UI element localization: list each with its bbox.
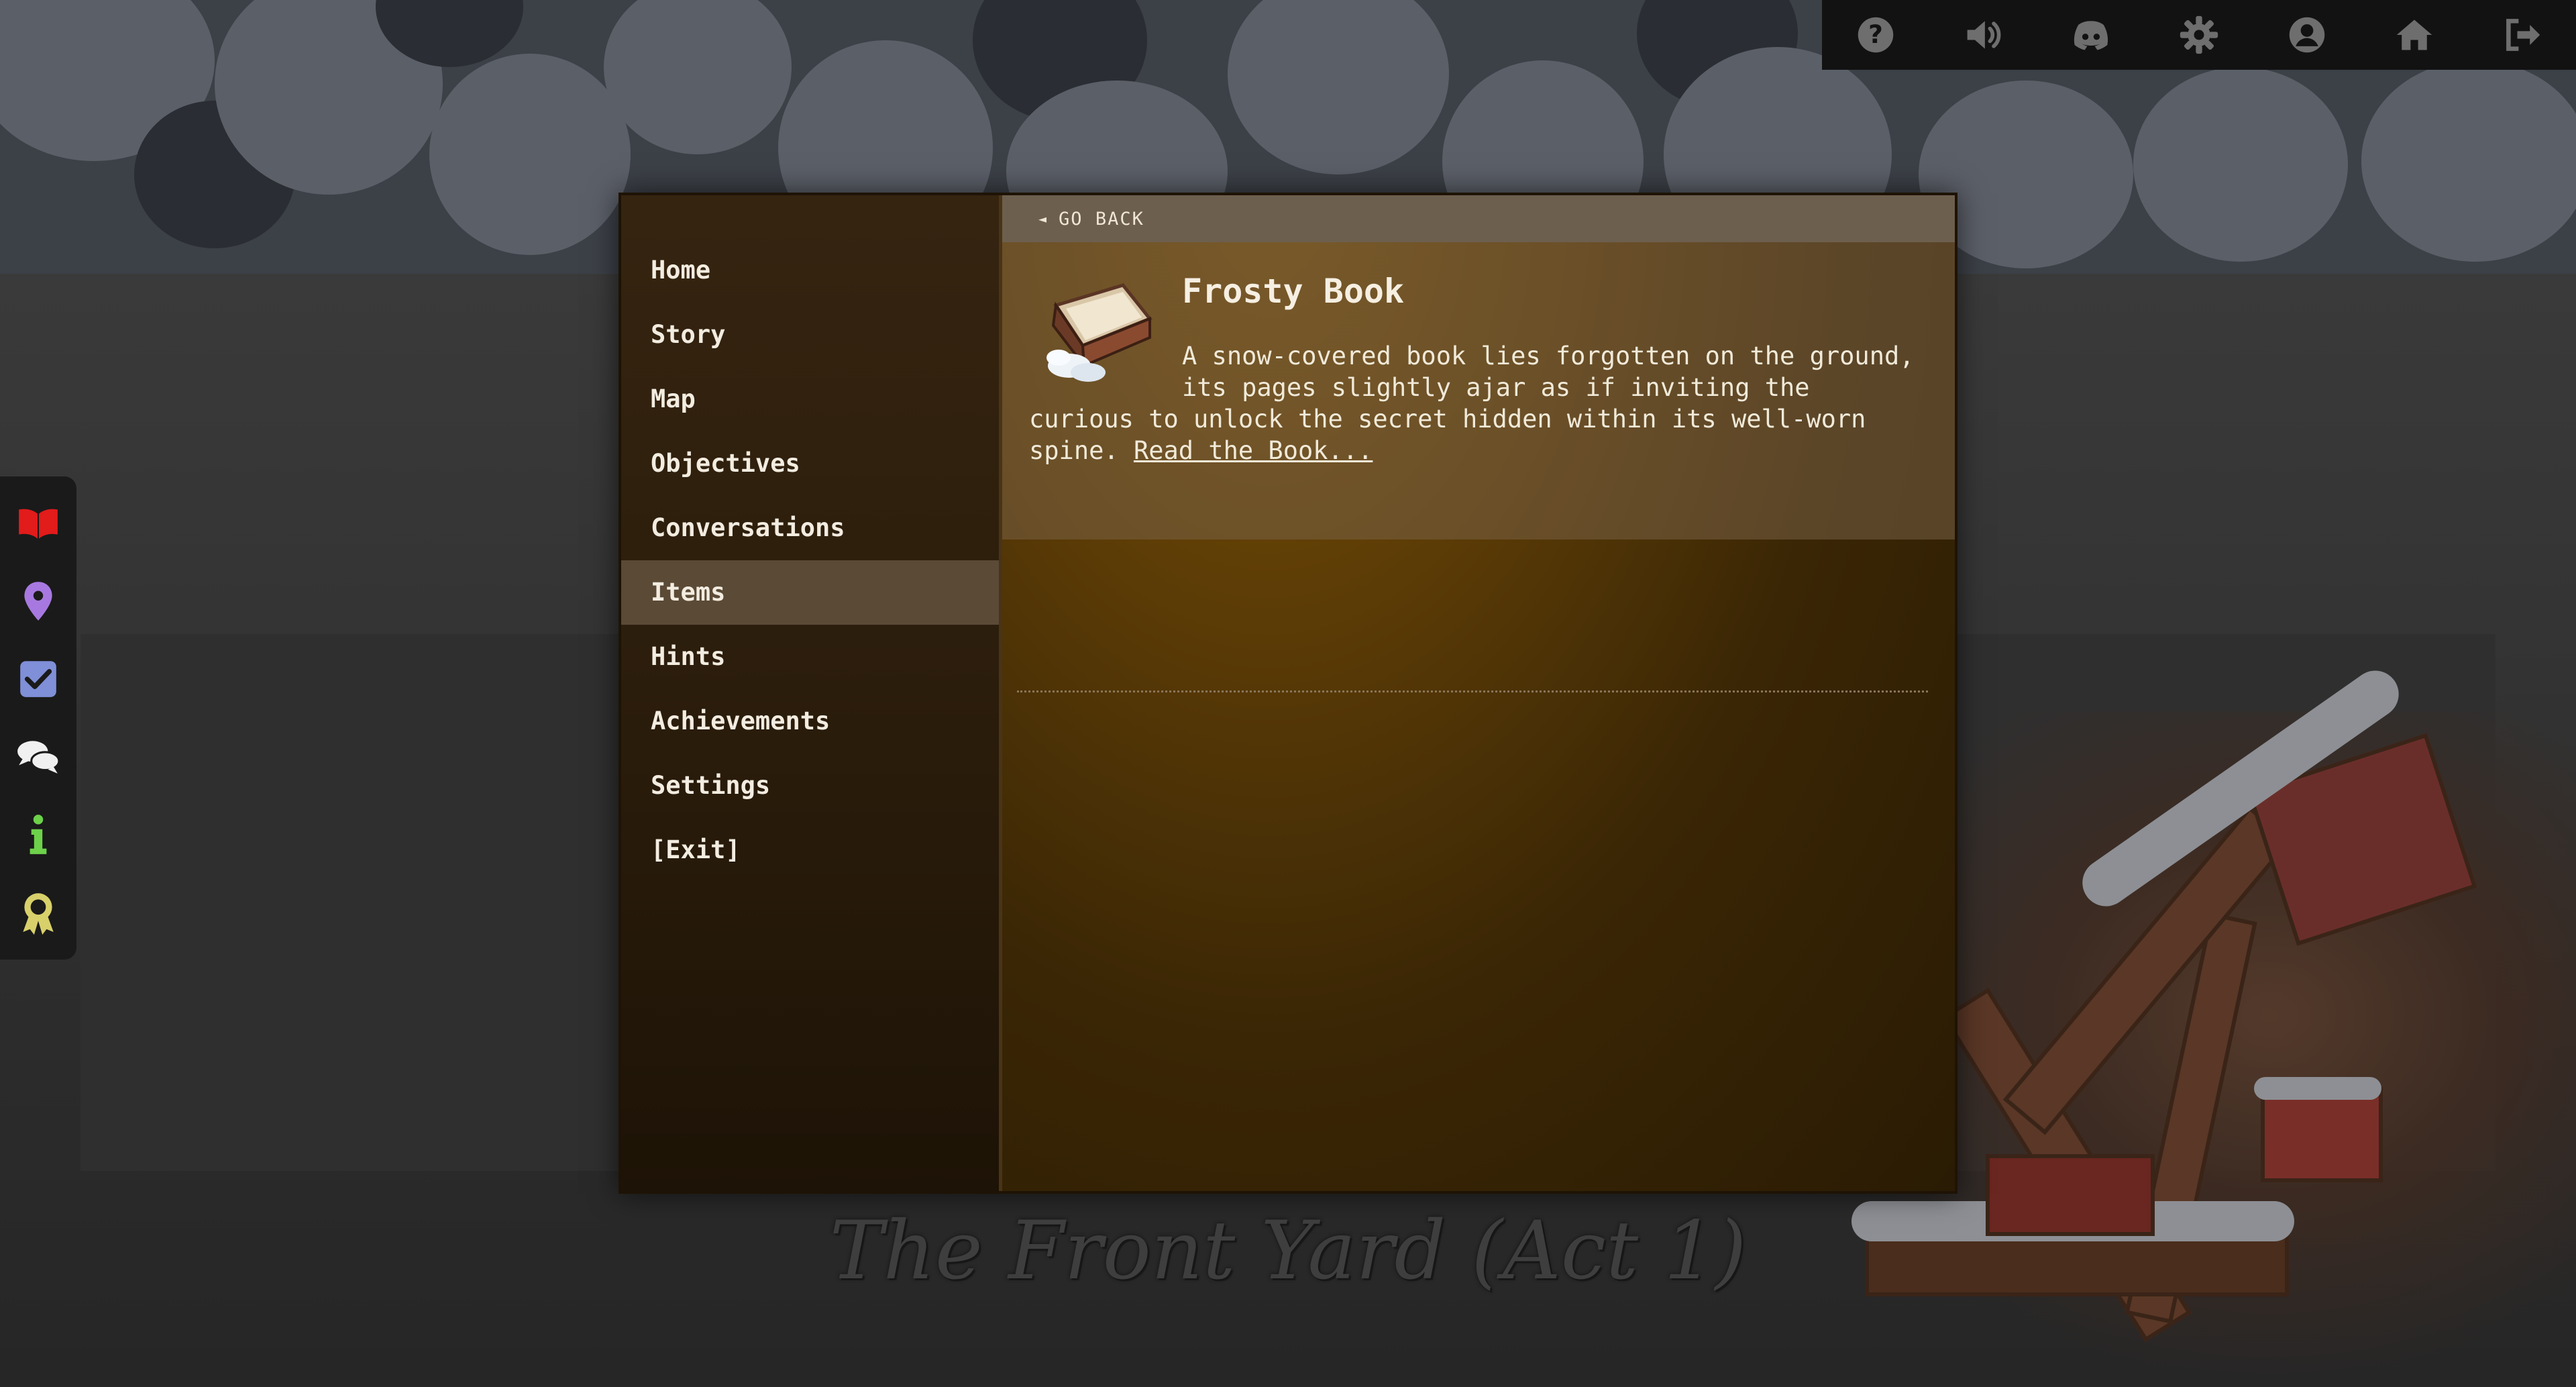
home-icon[interactable]	[2393, 13, 2436, 56]
go-back-label: GO BACK	[1059, 208, 1144, 229]
location-title: The Front Yard (Act 1)	[829, 1204, 1747, 1298]
side-toolbar	[0, 476, 76, 960]
nav-item-items[interactable]: Items	[621, 560, 999, 625]
logout-icon[interactable]	[2501, 13, 2544, 56]
conversations-chat-icon[interactable]	[14, 733, 62, 781]
go-back-button[interactable]: ◄ GO BACK	[1002, 195, 1955, 242]
item-description: A snow-covered book lies forgotten on th…	[1029, 340, 1921, 466]
nav-item-home[interactable]: Home	[621, 238, 999, 303]
objectives-check-icon[interactable]	[14, 655, 62, 703]
map-pin-icon[interactable]	[14, 577, 62, 625]
volume-icon[interactable]	[1962, 13, 2005, 56]
journal-book-icon[interactable]	[14, 499, 62, 548]
item-divider	[1017, 690, 1928, 692]
item-description-line-1: A snow-covered book lies forgotten on th…	[1182, 342, 1915, 370]
nav-item-exit[interactable]: [Exit]	[621, 818, 999, 882]
back-arrow-icon: ◄	[1038, 211, 1049, 227]
nav-item-story[interactable]: Story	[621, 303, 999, 367]
read-book-link[interactable]: Read the Book...	[1134, 436, 1373, 465]
nav-item-settings[interactable]: Settings	[621, 754, 999, 818]
profile-icon[interactable]	[2286, 13, 2328, 56]
item-detail-pane: ◄ GO BACK Frosty Book A snow-covered boo…	[1002, 195, 1955, 1191]
help-icon[interactable]: ?	[1854, 13, 1897, 56]
nav-item-hints[interactable]: Hints	[621, 625, 999, 689]
nav-item-conversations[interactable]: Conversations	[621, 496, 999, 560]
nav-item-achievements[interactable]: Achievements	[621, 689, 999, 754]
nav-item-objectives[interactable]: Objectives	[621, 431, 999, 496]
nav-item-map[interactable]: Map	[621, 367, 999, 431]
svg-text:?: ?	[1868, 19, 1883, 49]
discord-icon[interactable]	[2070, 13, 2112, 56]
journal-panel: Home Story Map Objectives Conversations …	[619, 193, 1957, 1194]
achievements-ribbon-icon[interactable]	[14, 888, 62, 937]
hints-info-icon[interactable]	[14, 811, 62, 859]
item-card: Frosty Book A snow-covered book lies for…	[1002, 242, 1955, 540]
top-toolbar: ?	[1822, 0, 2576, 70]
item-title: Frosty Book	[1182, 272, 1405, 311]
journal-nav: Home Story Map Objectives Conversations …	[621, 195, 1002, 1191]
settings-gear-icon[interactable]	[2178, 13, 2220, 56]
